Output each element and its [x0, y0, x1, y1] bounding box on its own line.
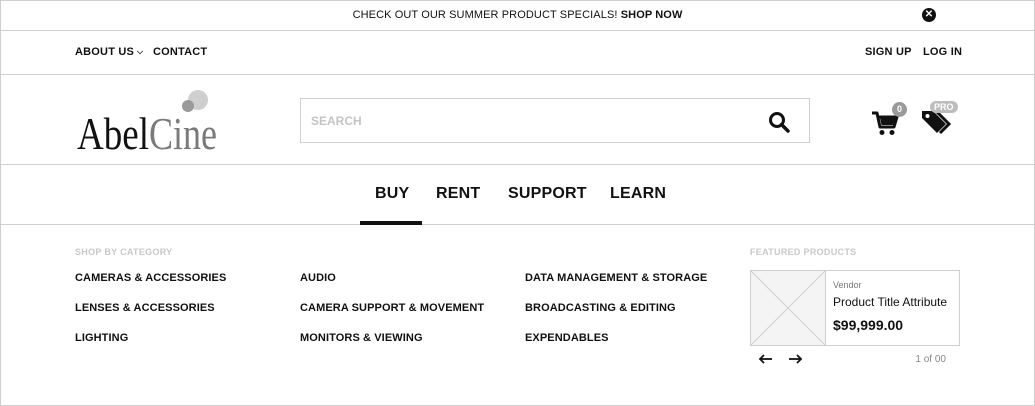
- featured-products-title: FEATURED PRODUCTS: [750, 247, 857, 257]
- tab-buy[interactable]: BUY: [375, 185, 409, 203]
- utility-nav: ABOUT US ⌵ CONTACT SIGN UP LOG IN: [0, 31, 1035, 75]
- tab-support[interactable]: SUPPORT: [508, 185, 587, 203]
- category-link[interactable]: CAMERAS & ACCESSORIES: [75, 272, 226, 284]
- shop-by-category-title: SHOP BY CATEGORY: [75, 247, 173, 257]
- product-price: $99,999.00: [833, 317, 904, 333]
- category-link[interactable]: AUDIO: [300, 272, 336, 284]
- site-header: Abel Cine 0 PRO: [0, 75, 1035, 165]
- carousel-pager: 1 of 00: [915, 354, 946, 365]
- logo-text-cine: Cine: [149, 108, 217, 159]
- product-title: Product Title Attribute: [833, 295, 948, 309]
- pro-account-button[interactable]: PRO: [920, 101, 964, 135]
- search-box: [300, 98, 810, 143]
- category-link[interactable]: MONITORS & VIEWING: [300, 332, 423, 344]
- log-in-link[interactable]: LOG IN: [923, 46, 962, 58]
- about-us-label: ABOUT US: [75, 46, 135, 58]
- category-link[interactable]: BROADCASTING & EDITING: [525, 302, 676, 314]
- featured-product-card[interactable]: Vendor Product Title Attribute $99,999.0…: [750, 270, 960, 346]
- category-link[interactable]: DATA MANAGEMENT & STORAGE: [525, 272, 707, 284]
- about-us-menu[interactable]: ABOUT US ⌵: [75, 46, 143, 58]
- sign-up-link[interactable]: SIGN UP: [865, 46, 912, 58]
- shop-now-link[interactable]: SHOP NOW: [621, 9, 683, 21]
- category-link[interactable]: LIGHTING: [75, 332, 128, 344]
- cart-count-badge: 0: [892, 102, 907, 117]
- promo-bar: CHECK OUT OUR SUMMER PRODUCT SPECIALS! S…: [0, 0, 1035, 31]
- active-tab-indicator: [360, 221, 422, 225]
- main-nav: BUY RENT SUPPORT LEARN: [0, 165, 1035, 225]
- promo-message: CHECK OUT OUR SUMMER PRODUCT SPECIALS! S…: [0, 9, 1035, 21]
- contact-link[interactable]: CONTACT: [153, 46, 207, 58]
- close-icon[interactable]: ✕: [922, 8, 936, 22]
- tab-learn[interactable]: LEARN: [610, 185, 666, 203]
- search-icon[interactable]: [767, 110, 791, 134]
- abelcine-logo[interactable]: Abel Cine: [76, 81, 226, 159]
- category-link[interactable]: LENSES & ACCESSORIES: [75, 302, 215, 314]
- category-link[interactable]: CAMERA SUPPORT & MOVEMENT: [300, 302, 484, 314]
- cart-button[interactable]: 0: [870, 102, 910, 136]
- arrow-left-icon[interactable]: [757, 351, 775, 367]
- arrow-right-icon[interactable]: [786, 351, 804, 367]
- tab-rent[interactable]: RENT: [436, 185, 480, 203]
- image-placeholder-icon: [751, 271, 826, 345]
- search-input[interactable]: [301, 99, 761, 142]
- pro-badge: PRO: [930, 101, 958, 113]
- promo-text: CHECK OUT OUR SUMMER PRODUCT SPECIALS!: [352, 9, 621, 21]
- logo-text-abel: Abel: [77, 108, 149, 159]
- product-vendor: Vendor: [833, 280, 862, 290]
- chevron-down-icon: ⌵: [137, 47, 144, 56]
- category-link[interactable]: EXPENDABLES: [525, 332, 609, 344]
